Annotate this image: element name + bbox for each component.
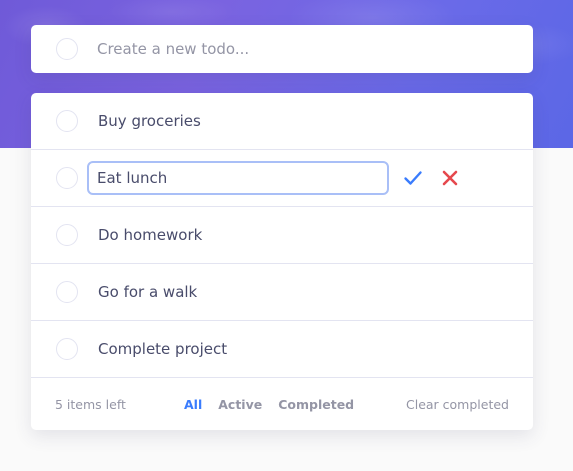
todo-checkbox[interactable] [56, 110, 78, 132]
new-todo-checkbox[interactable] [56, 38, 78, 60]
filter-group: All Active Completed [184, 397, 370, 412]
filter-completed[interactable]: Completed [278, 397, 354, 412]
list-footer: 5 items left All Active Completed Clear … [31, 378, 533, 430]
filter-active[interactable]: Active [218, 397, 262, 412]
todo-checkbox[interactable] [56, 224, 78, 246]
todo-label[interactable]: Do homework [98, 226, 202, 244]
todo-edit-value: Eat lunch [97, 169, 168, 187]
todo-item[interactable]: Buy groceries [31, 93, 533, 150]
todo-checkbox[interactable] [56, 281, 78, 303]
todo-edit-input[interactable]: Eat lunch [87, 161, 389, 195]
todo-checkbox[interactable] [56, 167, 78, 189]
new-todo-input[interactable]: Create a new todo... [97, 40, 249, 58]
todo-item[interactable]: Do homework [31, 207, 533, 264]
todo-label[interactable]: Buy groceries [98, 112, 201, 130]
check-icon[interactable] [403, 168, 423, 188]
todo-label[interactable]: Go for a walk [98, 283, 197, 301]
filter-all[interactable]: All [184, 397, 202, 412]
x-icon[interactable] [441, 169, 459, 187]
items-left-count: 5 items left [55, 396, 126, 412]
todo-checkbox[interactable] [56, 338, 78, 360]
clear-completed-button[interactable]: Clear completed [406, 397, 509, 412]
new-todo-bar[interactable]: Create a new todo... [31, 25, 533, 73]
todo-item-editing[interactable]: Eat lunch [31, 150, 533, 207]
todo-label[interactable]: Complete project [98, 340, 227, 358]
todo-item[interactable]: Complete project [31, 321, 533, 378]
todo-item[interactable]: Go for a walk [31, 264, 533, 321]
todo-list: Buy groceries Eat lunch Do homework Go f… [31, 93, 533, 430]
